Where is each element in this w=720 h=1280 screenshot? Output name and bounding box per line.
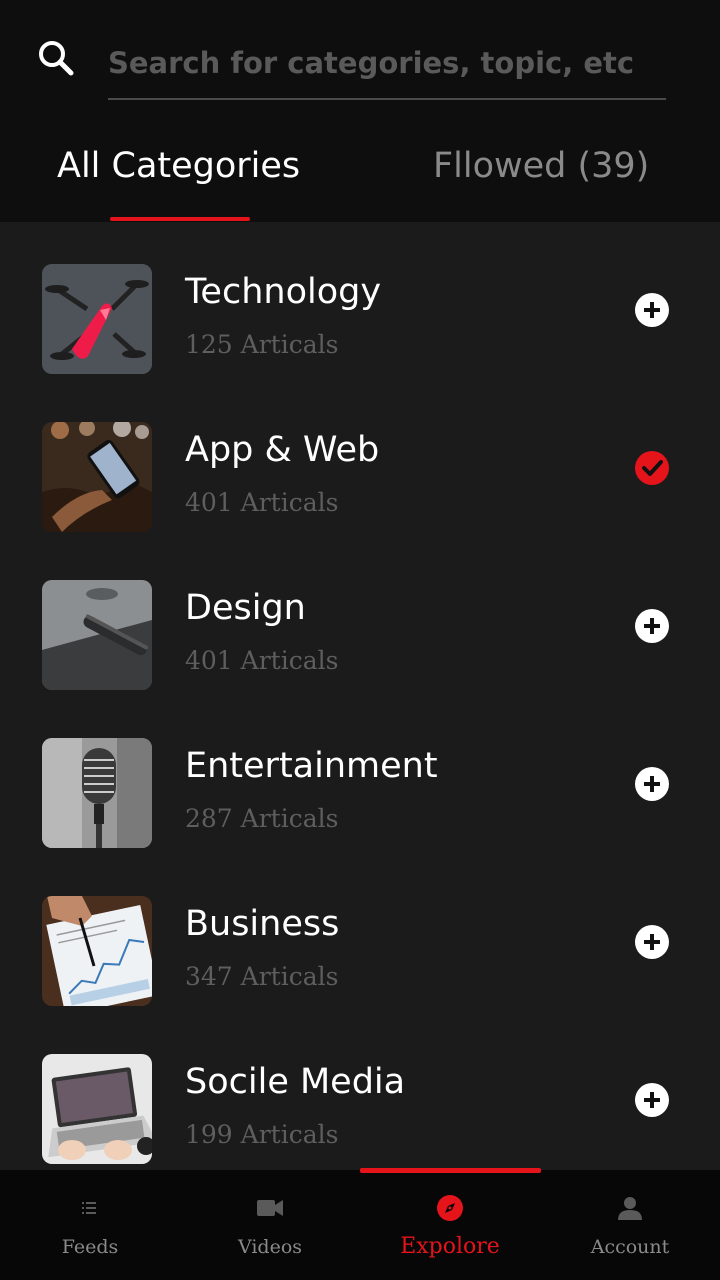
follow-button[interactable] (635, 925, 669, 959)
category-thumbnail (42, 422, 152, 532)
category-list[interactable]: Technology 125 Articals App & Web 401 Ar… (0, 222, 720, 1170)
active-tab-indicator (110, 217, 250, 221)
nav-label: Videos (237, 1236, 303, 1258)
follow-button[interactable] (635, 293, 669, 327)
compass-icon (436, 1194, 464, 1222)
category-title: Technology (185, 272, 382, 312)
category-item-socile-media[interactable]: Socile Media 199 Articals (0, 1054, 720, 1170)
category-article-count: 199 Articals (185, 1120, 339, 1149)
list-icon (76, 1194, 104, 1222)
category-thumbnail (42, 264, 152, 374)
search-input[interactable] (108, 40, 666, 86)
search-header: All Categories Fllowed (39) (0, 0, 720, 222)
check-circle-icon (635, 451, 669, 485)
active-nav-indicator (360, 1168, 541, 1173)
nav-label: Account (590, 1236, 670, 1258)
category-thumbnail (42, 1054, 152, 1164)
category-item-business[interactable]: Business 347 Articals (0, 896, 720, 1054)
follow-button[interactable] (635, 451, 669, 485)
category-article-count: 401 Articals (185, 488, 339, 517)
category-item-app-web[interactable]: App & Web 401 Articals (0, 422, 720, 580)
nav-label: Feeds (61, 1236, 119, 1258)
category-item-technology[interactable]: Technology 125 Articals (0, 264, 720, 422)
add-circle-icon (635, 925, 669, 959)
search-field[interactable] (108, 40, 666, 100)
person-icon (616, 1194, 644, 1222)
category-thumbnail (42, 580, 152, 690)
category-title: Design (185, 588, 306, 628)
nav-item-explore[interactable]: Expolore (360, 1170, 540, 1280)
search-icon[interactable] (36, 38, 76, 78)
category-title: Socile Media (185, 1062, 406, 1102)
add-circle-icon (635, 1083, 669, 1117)
tab-followed[interactable]: Fllowed (39) (433, 146, 649, 186)
category-item-design[interactable]: Design 401 Articals (0, 580, 720, 738)
add-circle-icon (635, 293, 669, 327)
category-title: App & Web (185, 430, 380, 470)
add-circle-icon (635, 609, 669, 643)
follow-button[interactable] (635, 609, 669, 643)
follow-button[interactable] (635, 767, 669, 801)
category-title: Business (185, 904, 340, 944)
category-thumbnail (42, 896, 152, 1006)
nav-item-feeds[interactable]: Feeds (0, 1170, 180, 1280)
category-thumbnail (42, 738, 152, 848)
bottom-navigation: Feeds Videos Expolore Account (0, 1170, 720, 1280)
category-item-entertainment[interactable]: Entertainment 287 Articals (0, 738, 720, 896)
nav-label: Expolore (400, 1234, 500, 1259)
tab-all-categories[interactable]: All Categories (57, 146, 300, 186)
follow-button[interactable] (635, 1083, 669, 1117)
category-article-count: 287 Articals (185, 804, 339, 833)
category-article-count: 347 Articals (185, 962, 339, 991)
category-article-count: 401 Articals (185, 646, 339, 675)
category-article-count: 125 Articals (185, 330, 339, 359)
nav-item-account[interactable]: Account (540, 1170, 720, 1280)
add-circle-icon (635, 767, 669, 801)
videocam-icon (256, 1194, 284, 1222)
nav-item-videos[interactable]: Videos (180, 1170, 360, 1280)
category-title: Entertainment (185, 746, 438, 786)
